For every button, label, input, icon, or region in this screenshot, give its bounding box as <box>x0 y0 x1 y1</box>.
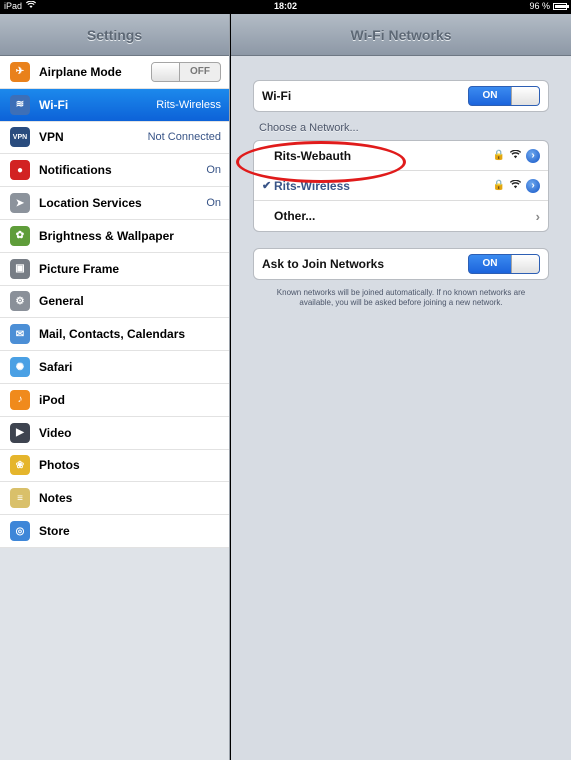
sidebar-item-wi-fi[interactable]: ≋ Wi-Fi Rits-Wireless <box>0 88 229 122</box>
sidebar-item-label: VPN <box>39 130 64 145</box>
lock-icon: 🔒 <box>492 180 505 191</box>
video-icon: ▶ <box>10 422 30 443</box>
safari-icon: ✺ <box>10 357 30 378</box>
sidebar-item-airplane-mode[interactable]: ✈ Airplane Mode OFF <box>0 56 229 89</box>
airplane-mode-toggle[interactable]: OFF <box>151 61 221 82</box>
location-icon: ➤ <box>10 193 30 214</box>
sidebar-item-label: General <box>39 294 84 309</box>
sidebar-item-video[interactable]: ▶ Video <box>0 417 229 450</box>
sidebar-item-mail-contacts-calendars[interactable]: ✉ Mail, Contacts, Calendars <box>0 318 229 352</box>
notes-icon: ≡ <box>10 488 30 509</box>
status-right: 96 % <box>529 1 569 11</box>
battery-icon <box>553 2 569 10</box>
sidebar-item-brightness-wallpaper[interactable]: ✿ Brightness & Wallpaper <box>0 220 229 253</box>
sidebar-item-label: Photos <box>39 458 80 473</box>
network-row-1[interactable]: ✔ Rits-Wireless 🔒 › <box>254 171 548 201</box>
sidebar-item-label: iPod <box>39 392 65 407</box>
gear-icon: ⚙ <box>10 291 30 312</box>
chevron-right-icon: › <box>535 208 540 224</box>
sidebar-item-picture-frame[interactable]: ▣ Picture Frame <box>0 253 229 286</box>
main-title: Wi-Fi Networks <box>350 26 452 43</box>
sidebar-item-label: Airplane Mode <box>39 64 122 79</box>
network-name: Rits-Webauth <box>274 148 352 163</box>
status-time: 18:02 <box>273 1 298 11</box>
status-bar: iPad 18:02 96 % <box>0 0 571 14</box>
store-icon: ◎ <box>10 521 30 542</box>
ask-join-group: Ask to Join Networks ON <box>253 248 549 280</box>
sidebar-header: Settings <box>0 14 229 56</box>
sidebar-item-value: On <box>206 197 221 210</box>
wifi-icon: ≋ <box>10 94 30 115</box>
ask-join-footnote: Known networks will be joined automatica… <box>276 288 526 307</box>
sidebar-item-label: Brightness & Wallpaper <box>39 228 174 243</box>
settings-sidebar: Settings ✈ Airplane Mode OFF ≋ Wi-Fi Rits-Wir… <box>0 14 230 760</box>
ask-join-label: Ask to Join Networks <box>262 257 385 271</box>
network-icons: 🔒 › <box>492 148 540 163</box>
settings-menu: ✈ Airplane Mode OFF ≋ Wi-Fi Rits-Wireless VPN V… <box>0 56 229 548</box>
sidebar-item-photos[interactable]: ❀ Photos <box>0 450 229 483</box>
sidebar-item-label: Location Services <box>39 196 142 211</box>
vpn-icon: VPN <box>10 127 30 148</box>
wifi-networks-pane: Wi-Fi Networks Wi-Fi ON Choose a Network… <box>231 14 571 760</box>
sidebar-item-label: Mail, Contacts, Calendars <box>39 327 186 342</box>
sidebar-item-notes[interactable]: ≡ Notes <box>0 482 229 516</box>
battery-fill <box>555 4 567 8</box>
choose-network-title: Choose a Network... <box>259 122 359 134</box>
other-network-row[interactable]: Other... › <box>254 201 548 231</box>
wifi-group: Wi-Fi ON <box>253 80 549 112</box>
notifications-icon: ● <box>10 160 30 181</box>
sidebar-item-label: Video <box>39 425 72 440</box>
sidebar-item-value: Not Connected <box>147 131 221 144</box>
airplane-icon: ✈ <box>10 61 30 82</box>
wifi-toggle-label: ON <box>482 90 498 101</box>
picture-frame-icon: ▣ <box>10 258 30 279</box>
toggle-label: OFF <box>190 65 210 77</box>
wifi-row: Wi-Fi ON <box>254 81 548 111</box>
detail-disclosure-icon[interactable]: › <box>526 148 540 163</box>
main-header: Wi-Fi Networks <box>231 14 571 56</box>
sidebar-item-vpn[interactable]: VPN VPN Not Connected <box>0 122 229 155</box>
wifi-toggle[interactable]: ON <box>468 86 540 106</box>
network-icons: 🔒 › <box>492 178 540 193</box>
sidebar-title: Settings <box>86 26 143 43</box>
sidebar-item-value: On <box>206 164 221 177</box>
other-label: Other... <box>274 209 316 223</box>
sidebar-item-label: Safari <box>39 360 73 375</box>
sidebar-item-notifications[interactable]: ● Notifications On <box>0 154 229 188</box>
network-list: Rits-Webauth 🔒 › ✔ Rits-Wireless 🔒 › Oth… <box>253 140 549 232</box>
ask-join-toggle[interactable]: ON <box>468 254 540 274</box>
ask-toggle-label: ON <box>482 258 498 269</box>
network-row-0[interactable]: Rits-Webauth 🔒 › <box>254 141 548 171</box>
detail-disclosure-icon[interactable]: › <box>526 178 540 193</box>
sidebar-item-label: Store <box>39 524 70 539</box>
ipod-icon: ♪ <box>10 389 30 410</box>
mail-icon: ✉ <box>10 324 30 345</box>
toggle-knob <box>152 62 180 81</box>
photos-icon: ❀ <box>10 455 30 476</box>
wifi-strength-icon <box>509 149 522 162</box>
toggle-knob <box>511 255 539 273</box>
sidebar-item-safari[interactable]: ✺ Safari <box>0 351 229 384</box>
sidebar-item-label: Notifications <box>39 163 112 178</box>
sidebar-item-label: Picture Frame <box>39 261 120 276</box>
wifi-strength-icon <box>509 179 522 192</box>
battery-percent: 96 % <box>529 1 550 11</box>
ask-join-row: Ask to Join Networks ON <box>254 249 548 279</box>
network-name: Rits-Wireless <box>274 178 350 193</box>
sidebar-item-label: Wi-Fi <box>39 97 69 112</box>
lock-icon: 🔒 <box>492 150 505 161</box>
checkmark-icon: ✔ <box>262 180 272 192</box>
toggle-knob <box>511 87 539 105</box>
sidebar-item-location-services[interactable]: ➤ Location Services On <box>0 187 229 220</box>
sidebar-item-value: Rits-Wireless <box>156 98 221 111</box>
wifi-label: Wi-Fi <box>262 89 292 103</box>
sidebar-item-label: Notes <box>39 491 73 506</box>
brightness-icon: ✿ <box>10 225 30 246</box>
sidebar-item-store[interactable]: ◎ Store <box>0 515 229 548</box>
sidebar-item-ipod[interactable]: ♪ iPod <box>0 384 229 417</box>
sidebar-item-general[interactable]: ⚙ General <box>0 286 229 319</box>
